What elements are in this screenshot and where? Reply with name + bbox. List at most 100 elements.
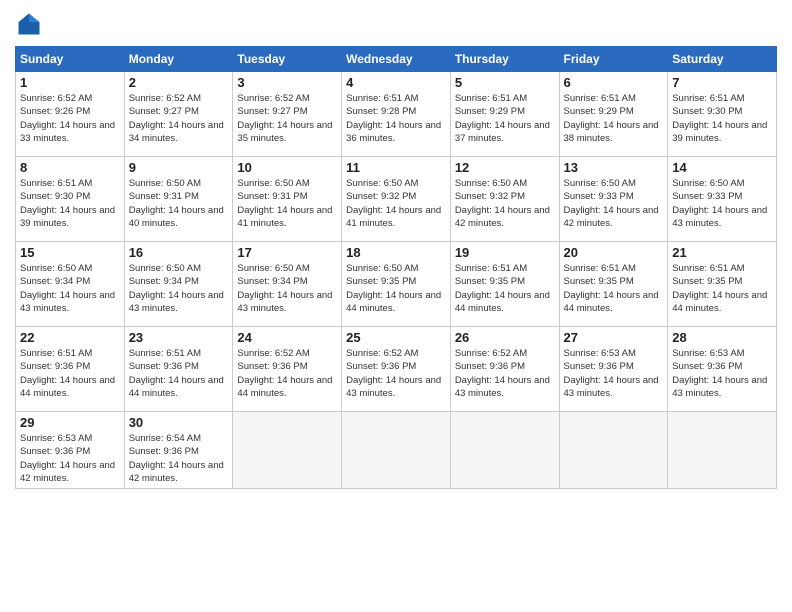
day-number: 19: [455, 245, 555, 260]
day-cell-3: 3 Sunrise: 6:52 AM Sunset: 9:27 PM Dayli…: [233, 72, 342, 157]
day-number: 3: [237, 75, 337, 90]
day-cell-25: 25 Sunrise: 6:52 AM Sunset: 9:36 PM Dayl…: [342, 327, 451, 412]
day-cell-11: 11 Sunrise: 6:50 AM Sunset: 9:32 PM Dayl…: [342, 157, 451, 242]
day-number: 20: [564, 245, 664, 260]
day-info: Sunrise: 6:51 AM Sunset: 9:29 PM Dayligh…: [564, 92, 664, 145]
day-cell-4: 4 Sunrise: 6:51 AM Sunset: 9:28 PM Dayli…: [342, 72, 451, 157]
day-number: 26: [455, 330, 555, 345]
day-number: 28: [672, 330, 772, 345]
day-info: Sunrise: 6:52 AM Sunset: 9:36 PM Dayligh…: [455, 347, 555, 400]
empty-cell: [342, 412, 451, 489]
day-info: Sunrise: 6:52 AM Sunset: 9:26 PM Dayligh…: [20, 92, 120, 145]
weekday-header-tuesday: Tuesday: [233, 47, 342, 72]
day-info: Sunrise: 6:51 AM Sunset: 9:36 PM Dayligh…: [129, 347, 229, 400]
day-number: 8: [20, 160, 120, 175]
day-cell-20: 20 Sunrise: 6:51 AM Sunset: 9:35 PM Dayl…: [559, 242, 668, 327]
day-number: 1: [20, 75, 120, 90]
day-cell-26: 26 Sunrise: 6:52 AM Sunset: 9:36 PM Dayl…: [450, 327, 559, 412]
day-cell-8: 8 Sunrise: 6:51 AM Sunset: 9:30 PM Dayli…: [16, 157, 125, 242]
day-cell-19: 19 Sunrise: 6:51 AM Sunset: 9:35 PM Dayl…: [450, 242, 559, 327]
day-info: Sunrise: 6:51 AM Sunset: 9:30 PM Dayligh…: [20, 177, 120, 230]
day-cell-13: 13 Sunrise: 6:50 AM Sunset: 9:33 PM Dayl…: [559, 157, 668, 242]
page: SundayMondayTuesdayWednesdayThursdayFrid…: [0, 0, 792, 612]
day-number: 30: [129, 415, 229, 430]
day-info: Sunrise: 6:50 AM Sunset: 9:34 PM Dayligh…: [20, 262, 120, 315]
weekday-header-thursday: Thursday: [450, 47, 559, 72]
day-number: 27: [564, 330, 664, 345]
day-info: Sunrise: 6:51 AM Sunset: 9:29 PM Dayligh…: [455, 92, 555, 145]
day-cell-2: 2 Sunrise: 6:52 AM Sunset: 9:27 PM Dayli…: [124, 72, 233, 157]
day-info: Sunrise: 6:52 AM Sunset: 9:27 PM Dayligh…: [237, 92, 337, 145]
day-info: Sunrise: 6:50 AM Sunset: 9:32 PM Dayligh…: [455, 177, 555, 230]
weekday-header-friday: Friday: [559, 47, 668, 72]
day-info: Sunrise: 6:51 AM Sunset: 9:35 PM Dayligh…: [455, 262, 555, 315]
weekday-header-wednesday: Wednesday: [342, 47, 451, 72]
day-number: 18: [346, 245, 446, 260]
day-cell-28: 28 Sunrise: 6:53 AM Sunset: 9:36 PM Dayl…: [668, 327, 777, 412]
day-info: Sunrise: 6:51 AM Sunset: 9:35 PM Dayligh…: [564, 262, 664, 315]
day-cell-23: 23 Sunrise: 6:51 AM Sunset: 9:36 PM Dayl…: [124, 327, 233, 412]
calendar-row-2: 15 Sunrise: 6:50 AM Sunset: 9:34 PM Dayl…: [16, 242, 777, 327]
day-cell-14: 14 Sunrise: 6:50 AM Sunset: 9:33 PM Dayl…: [668, 157, 777, 242]
day-cell-17: 17 Sunrise: 6:50 AM Sunset: 9:34 PM Dayl…: [233, 242, 342, 327]
calendar-row-3: 22 Sunrise: 6:51 AM Sunset: 9:36 PM Dayl…: [16, 327, 777, 412]
weekday-header-saturday: Saturday: [668, 47, 777, 72]
weekday-header-sunday: Sunday: [16, 47, 125, 72]
day-info: Sunrise: 6:51 AM Sunset: 9:30 PM Dayligh…: [672, 92, 772, 145]
weekday-header-monday: Monday: [124, 47, 233, 72]
empty-cell: [559, 412, 668, 489]
empty-cell: [668, 412, 777, 489]
day-number: 12: [455, 160, 555, 175]
day-info: Sunrise: 6:50 AM Sunset: 9:33 PM Dayligh…: [564, 177, 664, 230]
day-info: Sunrise: 6:52 AM Sunset: 9:36 PM Dayligh…: [346, 347, 446, 400]
day-number: 25: [346, 330, 446, 345]
day-info: Sunrise: 6:50 AM Sunset: 9:33 PM Dayligh…: [672, 177, 772, 230]
day-info: Sunrise: 6:50 AM Sunset: 9:34 PM Dayligh…: [129, 262, 229, 315]
calendar-table: SundayMondayTuesdayWednesdayThursdayFrid…: [15, 46, 777, 489]
day-info: Sunrise: 6:51 AM Sunset: 9:36 PM Dayligh…: [20, 347, 120, 400]
day-number: 16: [129, 245, 229, 260]
day-info: Sunrise: 6:50 AM Sunset: 9:32 PM Dayligh…: [346, 177, 446, 230]
header: [15, 10, 777, 38]
day-info: Sunrise: 6:51 AM Sunset: 9:28 PM Dayligh…: [346, 92, 446, 145]
calendar-row-0: 1 Sunrise: 6:52 AM Sunset: 9:26 PM Dayli…: [16, 72, 777, 157]
day-number: 21: [672, 245, 772, 260]
day-cell-7: 7 Sunrise: 6:51 AM Sunset: 9:30 PM Dayli…: [668, 72, 777, 157]
day-number: 5: [455, 75, 555, 90]
day-number: 14: [672, 160, 772, 175]
day-cell-16: 16 Sunrise: 6:50 AM Sunset: 9:34 PM Dayl…: [124, 242, 233, 327]
day-cell-5: 5 Sunrise: 6:51 AM Sunset: 9:29 PM Dayli…: [450, 72, 559, 157]
empty-cell: [233, 412, 342, 489]
day-cell-22: 22 Sunrise: 6:51 AM Sunset: 9:36 PM Dayl…: [16, 327, 125, 412]
logo: [15, 10, 47, 38]
day-info: Sunrise: 6:54 AM Sunset: 9:36 PM Dayligh…: [129, 432, 229, 485]
day-cell-12: 12 Sunrise: 6:50 AM Sunset: 9:32 PM Dayl…: [450, 157, 559, 242]
day-info: Sunrise: 6:53 AM Sunset: 9:36 PM Dayligh…: [564, 347, 664, 400]
day-info: Sunrise: 6:53 AM Sunset: 9:36 PM Dayligh…: [20, 432, 120, 485]
day-info: Sunrise: 6:50 AM Sunset: 9:34 PM Dayligh…: [237, 262, 337, 315]
day-info: Sunrise: 6:50 AM Sunset: 9:35 PM Dayligh…: [346, 262, 446, 315]
day-info: Sunrise: 6:52 AM Sunset: 9:27 PM Dayligh…: [129, 92, 229, 145]
weekday-header-row: SundayMondayTuesdayWednesdayThursdayFrid…: [16, 47, 777, 72]
calendar-row-4: 29 Sunrise: 6:53 AM Sunset: 9:36 PM Dayl…: [16, 412, 777, 489]
day-cell-1: 1 Sunrise: 6:52 AM Sunset: 9:26 PM Dayli…: [16, 72, 125, 157]
day-number: 17: [237, 245, 337, 260]
empty-cell: [450, 412, 559, 489]
day-number: 7: [672, 75, 772, 90]
day-cell-27: 27 Sunrise: 6:53 AM Sunset: 9:36 PM Dayl…: [559, 327, 668, 412]
day-number: 10: [237, 160, 337, 175]
day-info: Sunrise: 6:50 AM Sunset: 9:31 PM Dayligh…: [129, 177, 229, 230]
day-number: 2: [129, 75, 229, 90]
day-number: 15: [20, 245, 120, 260]
day-number: 23: [129, 330, 229, 345]
day-info: Sunrise: 6:50 AM Sunset: 9:31 PM Dayligh…: [237, 177, 337, 230]
day-cell-9: 9 Sunrise: 6:50 AM Sunset: 9:31 PM Dayli…: [124, 157, 233, 242]
day-cell-24: 24 Sunrise: 6:52 AM Sunset: 9:36 PM Dayl…: [233, 327, 342, 412]
day-cell-30: 30 Sunrise: 6:54 AM Sunset: 9:36 PM Dayl…: [124, 412, 233, 489]
logo-icon: [15, 10, 43, 38]
day-number: 6: [564, 75, 664, 90]
day-number: 9: [129, 160, 229, 175]
day-cell-6: 6 Sunrise: 6:51 AM Sunset: 9:29 PM Dayli…: [559, 72, 668, 157]
day-number: 22: [20, 330, 120, 345]
calendar-row-1: 8 Sunrise: 6:51 AM Sunset: 9:30 PM Dayli…: [16, 157, 777, 242]
